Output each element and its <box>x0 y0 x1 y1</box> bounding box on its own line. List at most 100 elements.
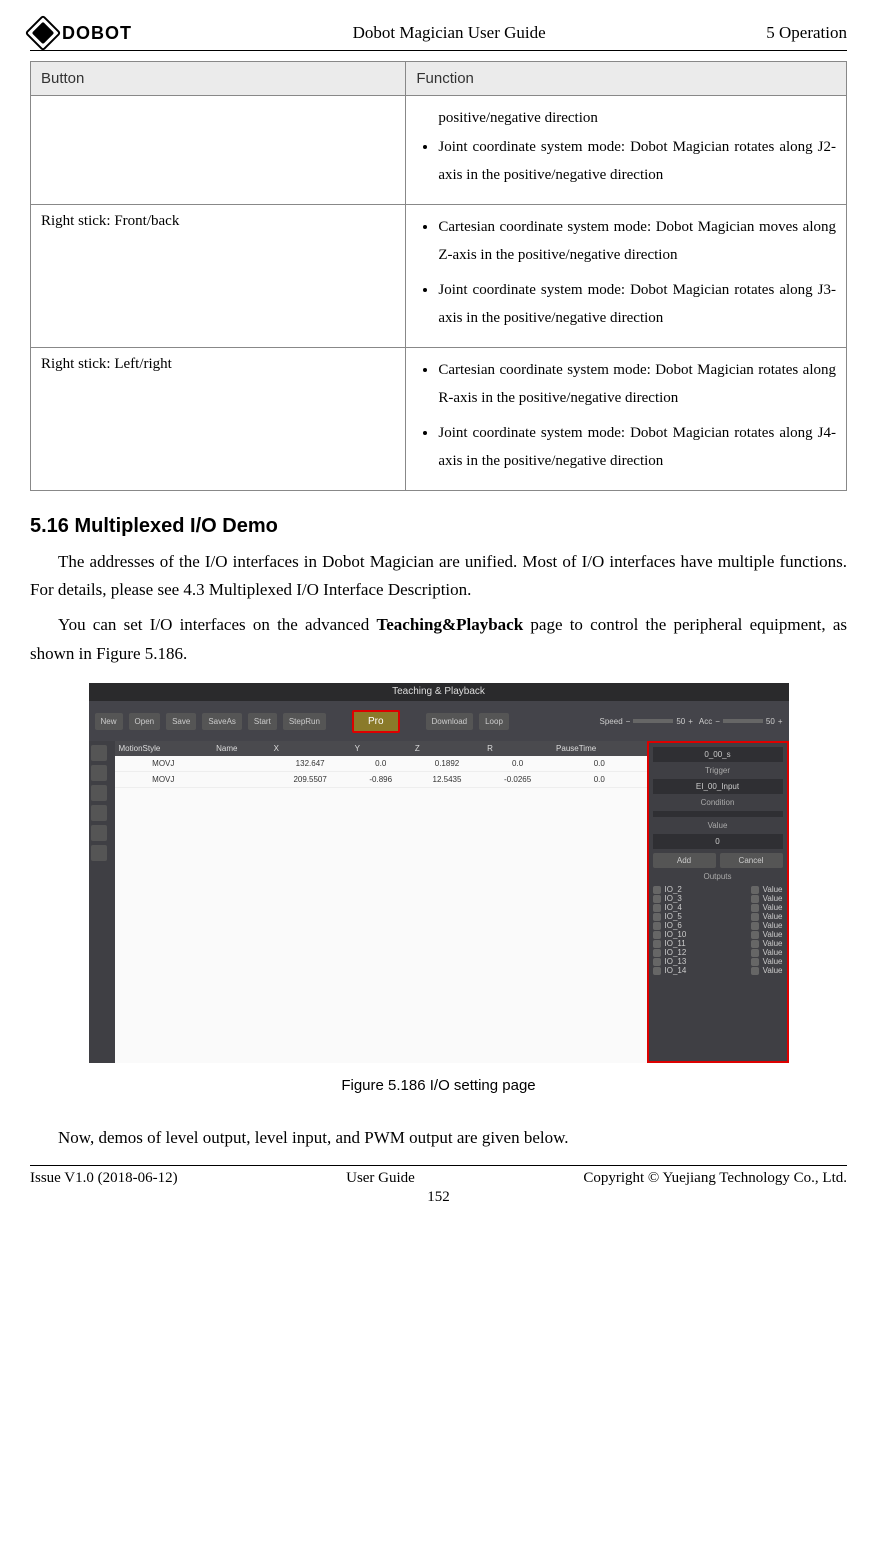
ss-value-label: Value <box>653 821 783 830</box>
p2-part-a: You can set I/O interfaces on the advanc… <box>58 615 376 634</box>
checkbox-icon[interactable] <box>653 895 661 903</box>
ss-col: Z <box>411 741 483 756</box>
cell-function: Cartesian coordinate system mode: Dobot … <box>406 204 847 347</box>
ss-data-row[interactable]: MOVJ 132.647 0.0 0.1892 0.0 0.0 <box>115 756 647 772</box>
cell-button: Right stick: Front/back <box>31 204 406 347</box>
ss-btn-download[interactable]: Download <box>426 713 474 730</box>
p2-bold: Teaching&Playback <box>376 615 523 634</box>
table-row: positive/negative direction Joint coordi… <box>31 96 847 205</box>
ss-speed-value: 50 <box>676 717 685 726</box>
ss-btn-new[interactable]: New <box>95 713 123 730</box>
ss-left-toolbar <box>89 741 115 1063</box>
checkbox-icon[interactable] <box>751 886 759 894</box>
ss-io-list: IO_2ValueIO_3ValueIO_4ValueIO_5ValueIO_6… <box>653 885 783 975</box>
checkbox-icon[interactable] <box>751 958 759 966</box>
checkbox-icon[interactable] <box>751 904 759 912</box>
ss-body: MotionStyle Name X Y Z R PauseTime MOVJ … <box>89 741 789 1063</box>
checkbox-icon[interactable] <box>751 967 759 975</box>
ss-io-row[interactable]: IO_5Value <box>653 912 783 921</box>
logo: DOBOT <box>30 20 132 46</box>
ss-speed[interactable]: Speed −50+ <box>600 717 693 726</box>
ss-col: R <box>483 741 552 756</box>
header-chapter: 5 Operation <box>766 23 847 43</box>
ss-condition-select[interactable] <box>653 811 783 817</box>
checkbox-icon[interactable] <box>751 895 759 903</box>
ss-titlebar: Teaching & Playback <box>89 683 789 701</box>
ss-condition-label: Condition <box>653 798 783 807</box>
ss-data-row[interactable]: MOVJ 209.5507 -0.896 12.5435 -0.0265 0.0 <box>115 772 647 788</box>
cell-function: Cartesian coordinate system mode: Dobot … <box>406 347 847 490</box>
ss-io-row[interactable]: IO_10Value <box>653 930 783 939</box>
ss-btn-loop[interactable]: Loop <box>479 713 509 730</box>
page-number: 152 <box>30 1189 847 1206</box>
ss-pro-button[interactable]: Pro <box>352 710 400 733</box>
checkbox-icon[interactable] <box>751 940 759 948</box>
ss-acc-value: 50 <box>766 717 775 726</box>
checkbox-icon[interactable] <box>653 904 661 912</box>
footer-copyright: Copyright © Yuejiang Technology Co., Ltd… <box>583 1170 847 1187</box>
ss-col: Y <box>351 741 411 756</box>
logo-text: DOBOT <box>62 23 132 44</box>
checkbox-icon[interactable] <box>653 922 661 930</box>
section-p1: The addresses of the I/O interfaces in D… <box>30 548 847 606</box>
ss-col: PauseTime <box>552 741 646 756</box>
th-function: Function <box>406 62 847 96</box>
ss-io-row[interactable]: IO_11Value <box>653 939 783 948</box>
ss-cancel-button[interactable]: Cancel <box>720 853 783 868</box>
checkbox-icon[interactable] <box>653 940 661 948</box>
figure-container: Teaching & Playback New Open Save SaveAs… <box>30 683 847 1063</box>
ss-io-row[interactable]: IO_13Value <box>653 957 783 966</box>
ss-io-row[interactable]: IO_2Value <box>653 885 783 894</box>
func-bullet: Joint coordinate system mode: Dobot Magi… <box>438 419 836 476</box>
checkbox-icon[interactable] <box>751 913 759 921</box>
ss-add-button[interactable]: Add <box>653 853 716 868</box>
ss-io-row[interactable]: IO_14Value <box>653 966 783 975</box>
ss-io-row[interactable]: IO_4Value <box>653 903 783 912</box>
checkbox-icon[interactable] <box>653 931 661 939</box>
ss-trigger-label: Trigger <box>653 766 783 775</box>
func-text: positive/negative direction <box>416 104 836 133</box>
func-bullet: Joint coordinate system mode: Dobot Magi… <box>438 276 836 333</box>
ss-data-grid: MotionStyle Name X Y Z R PauseTime MOVJ … <box>115 741 647 1063</box>
ss-btn-saveas[interactable]: SaveAs <box>202 713 242 730</box>
ss-acc-label: Acc <box>699 717 712 726</box>
func-bullet: Cartesian coordinate system mode: Dobot … <box>438 213 836 270</box>
table-row: Right stick: Left/right Cartesian coordi… <box>31 347 847 490</box>
ss-io-panel: 0_00_s Trigger EI_00_Input Condition Val… <box>647 741 789 1063</box>
ss-tool-icon[interactable] <box>91 745 107 761</box>
func-bullet: Joint coordinate system mode: Dobot Magi… <box>438 133 836 190</box>
footer-issue: Issue V1.0 (2018-06-12) <box>30 1170 178 1187</box>
screenshot-io-page: Teaching & Playback New Open Save SaveAs… <box>89 683 789 1063</box>
ss-tool-icon[interactable] <box>91 825 107 841</box>
checkbox-icon[interactable] <box>653 967 661 975</box>
checkbox-icon[interactable] <box>653 949 661 957</box>
checkbox-icon[interactable] <box>653 958 661 966</box>
ss-trigger-select[interactable]: EI_00_Input <box>653 779 783 794</box>
ss-io-row[interactable]: IO_12Value <box>653 948 783 957</box>
ss-io-row[interactable]: IO_6Value <box>653 921 783 930</box>
ss-btn-save[interactable]: Save <box>166 713 196 730</box>
ss-col: X <box>270 741 351 756</box>
ss-btn-steprun[interactable]: StepRun <box>283 713 326 730</box>
checkbox-icon[interactable] <box>751 949 759 957</box>
ss-speed-label: Speed <box>600 717 623 726</box>
checkbox-icon[interactable] <box>751 931 759 939</box>
logo-icon <box>25 15 62 52</box>
ss-tool-icon[interactable] <box>91 805 107 821</box>
ss-tool-icon[interactable] <box>91 785 107 801</box>
page-footer: Issue V1.0 (2018-06-12) User Guide Copyr… <box>30 1165 847 1187</box>
stick-function-table: Button Function positive/negative direct… <box>30 61 847 491</box>
ss-acc[interactable]: Acc −50+ <box>699 717 783 726</box>
ss-toolbar: New Open Save SaveAs Start StepRun Pro D… <box>89 701 789 741</box>
ss-tool-icon[interactable] <box>91 765 107 781</box>
func-bullet: Cartesian coordinate system mode: Dobot … <box>438 356 836 413</box>
checkbox-icon[interactable] <box>751 922 759 930</box>
ss-value-input[interactable]: 0 <box>653 834 783 849</box>
checkbox-icon[interactable] <box>653 913 661 921</box>
checkbox-icon[interactable] <box>653 886 661 894</box>
after-figure-text: Now, demos of level output, level input,… <box>30 1124 847 1153</box>
ss-btn-open[interactable]: Open <box>129 713 161 730</box>
ss-tool-icon[interactable] <box>91 845 107 861</box>
ss-io-row[interactable]: IO_3Value <box>653 894 783 903</box>
ss-btn-start[interactable]: Start <box>248 713 277 730</box>
